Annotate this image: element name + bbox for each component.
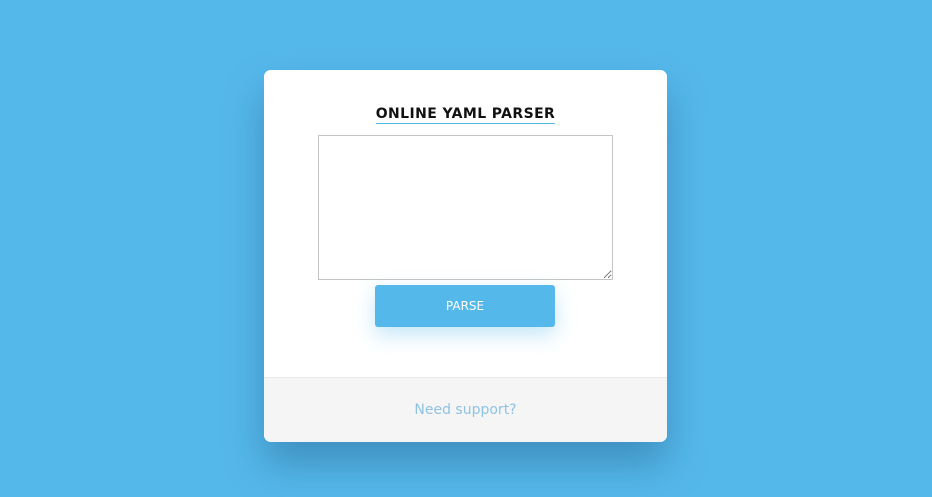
yaml-input[interactable] — [318, 135, 613, 280]
page-title-text: ONLINE YAML PARSER — [375, 106, 556, 124]
parser-card: ONLINE YAML PARSER PARSE Need support? — [264, 70, 667, 442]
card-body: ONLINE YAML PARSER PARSE — [264, 70, 667, 377]
card-footer: Need support? — [264, 377, 667, 442]
parse-button[interactable]: PARSE — [375, 285, 555, 327]
support-link[interactable]: Need support? — [414, 402, 516, 418]
page-title: ONLINE YAML PARSER — [264, 106, 667, 124]
